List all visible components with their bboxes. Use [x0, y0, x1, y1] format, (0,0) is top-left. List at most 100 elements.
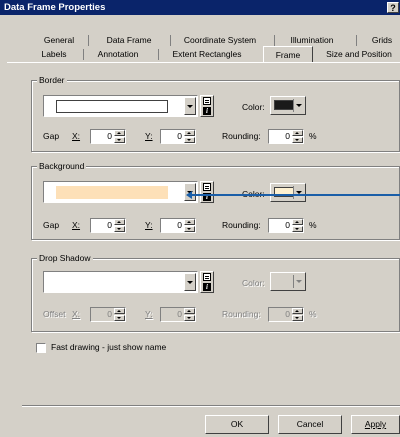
spin-down-arrow[interactable] — [114, 315, 125, 321]
help-button[interactable]: ? — [387, 2, 399, 13]
border-rounding-spinner[interactable]: 0 — [268, 129, 304, 144]
tab-separator — [88, 35, 89, 46]
drop-shadow-color-button[interactable] — [270, 272, 306, 291]
chevron-down-icon[interactable] — [184, 97, 196, 115]
callout-arrowhead-icon — [186, 191, 192, 199]
tab-separator — [158, 49, 159, 60]
tab-separator — [274, 35, 275, 46]
border-properties-button[interactable]: i — [200, 95, 214, 117]
border-gap-y-value: 0 — [177, 131, 182, 141]
background-fill-combo[interactable] — [43, 181, 198, 203]
tab-size-and-position[interactable]: Size and Position — [318, 48, 400, 61]
border-color-button[interactable] — [270, 96, 306, 115]
background-gap-x-spinner[interactable]: 0 — [90, 218, 126, 233]
border-color-label: Color: — [242, 102, 265, 112]
drop-shadow-offset-x-spinner[interactable]: 0 — [90, 307, 126, 322]
spin-down-arrow[interactable] — [292, 137, 303, 143]
fast-drawing-checkbox[interactable] — [36, 343, 46, 353]
spin-down-arrow[interactable] — [184, 226, 195, 232]
spin-up-arrow[interactable] — [292, 219, 303, 225]
tab-general[interactable]: General — [38, 34, 80, 47]
info-icon: i — [203, 283, 211, 291]
background-rounding-spinner[interactable]: 0 — [268, 218, 304, 233]
background-percent-label: % — [309, 220, 317, 230]
tab-separator — [356, 35, 357, 46]
background-gap-label: Gap — [43, 220, 60, 230]
cancel-button[interactable]: Cancel — [278, 415, 342, 434]
symbol-selector-icon — [203, 97, 211, 105]
background-color-button[interactable] — [270, 183, 306, 202]
color-button-separator — [293, 275, 294, 288]
footer-separator — [22, 405, 400, 407]
border-x-label: X: — [72, 131, 81, 141]
spin-up-arrow[interactable] — [114, 219, 125, 225]
spin-up-arrow[interactable] — [114, 308, 125, 314]
apply-label: Apply — [364, 419, 387, 429]
background-properties-button[interactable]: i — [200, 181, 214, 203]
background-gap-y-spinner[interactable]: 0 — [160, 218, 196, 233]
tab-coordinate-system[interactable]: Coordinate System — [180, 34, 260, 47]
fast-drawing-label[interactable]: Fast drawing - just show name — [51, 342, 166, 353]
spin-down-arrow[interactable] — [184, 315, 195, 321]
border-style-combo[interactable] — [43, 95, 198, 117]
data-frame-properties-dialog: Data Frame Properties ? General Data Fra… — [0, 0, 400, 437]
border-rounding-value: 0 — [285, 131, 290, 141]
tab-separator — [83, 49, 84, 60]
spin-up-arrow[interactable] — [292, 130, 303, 136]
tab-labels[interactable]: Labels — [36, 48, 72, 61]
drop-shadow-offset-label: Offset — [43, 309, 66, 319]
drop-shadow-offset-y-spinner[interactable]: 0 — [160, 307, 196, 322]
background-x-label: X: — [72, 220, 81, 230]
drop-shadow-y-label: Y: — [145, 309, 153, 319]
border-gap-y-spinner[interactable]: 0 — [160, 129, 196, 144]
border-rounding-label: Rounding: — [222, 131, 261, 141]
chevron-down-icon — [296, 104, 302, 107]
spin-up-arrow[interactable] — [184, 308, 195, 314]
ok-button[interactable]: OK — [205, 415, 269, 434]
color-button-separator — [293, 99, 294, 112]
tab-extent-rectangles[interactable]: Extent Rectangles — [164, 48, 250, 61]
spin-down-arrow[interactable] — [114, 137, 125, 143]
drop-shadow-rounding-value: 0 — [285, 309, 290, 319]
title-bar: Data Frame Properties ? — [0, 0, 400, 15]
border-gap-x-spinner[interactable]: 0 — [90, 129, 126, 144]
spin-down-arrow[interactable] — [292, 315, 303, 321]
background-group — [31, 166, 400, 240]
callout-arrow-line — [190, 194, 400, 196]
background-y-label: Y: — [145, 220, 153, 230]
drop-shadow-combo[interactable] — [43, 271, 198, 293]
drop-shadow-x-label: X: — [72, 309, 81, 319]
background-gap-x-value: 0 — [107, 220, 112, 230]
drop-shadow-group-title: Drop Shadow — [37, 253, 93, 263]
background-rounding-label: Rounding: — [222, 220, 261, 230]
drop-shadow-percent-label: % — [309, 309, 317, 319]
symbol-selector-icon — [203, 183, 211, 191]
spin-up-arrow[interactable] — [184, 130, 195, 136]
tab-annotation[interactable]: Annotation — [90, 48, 146, 61]
color-button-separator — [293, 186, 294, 199]
spin-up-arrow[interactable] — [292, 308, 303, 314]
drop-shadow-rounding-label: Rounding: — [222, 309, 261, 319]
apply-button[interactable]: Apply — [351, 415, 400, 434]
drop-shadow-offset-y-value: 0 — [177, 309, 182, 319]
border-percent-label: % — [309, 131, 317, 141]
spin-down-arrow[interactable] — [114, 226, 125, 232]
tab-data-frame[interactable]: Data Frame — [96, 34, 162, 47]
chevron-down-icon — [296, 280, 302, 283]
background-group-title: Background — [37, 161, 87, 171]
tab-separator — [170, 35, 171, 46]
tab-grids[interactable]: Grids — [364, 34, 400, 47]
tab-frame[interactable]: Frame — [263, 46, 313, 62]
spin-up-arrow[interactable] — [114, 130, 125, 136]
border-y-label: Y: — [145, 131, 153, 141]
background-rounding-value: 0 — [285, 220, 290, 230]
spin-down-arrow[interactable] — [292, 226, 303, 232]
chevron-down-icon[interactable] — [184, 273, 196, 291]
spin-down-arrow[interactable] — [184, 137, 195, 143]
drop-shadow-group — [31, 258, 400, 332]
drop-shadow-properties-button[interactable]: i — [200, 271, 214, 293]
drop-shadow-offset-x-value: 0 — [107, 309, 112, 319]
drop-shadow-rounding-spinner[interactable]: 0 — [268, 307, 304, 322]
border-gap-x-value: 0 — [107, 131, 112, 141]
spin-up-arrow[interactable] — [184, 219, 195, 225]
